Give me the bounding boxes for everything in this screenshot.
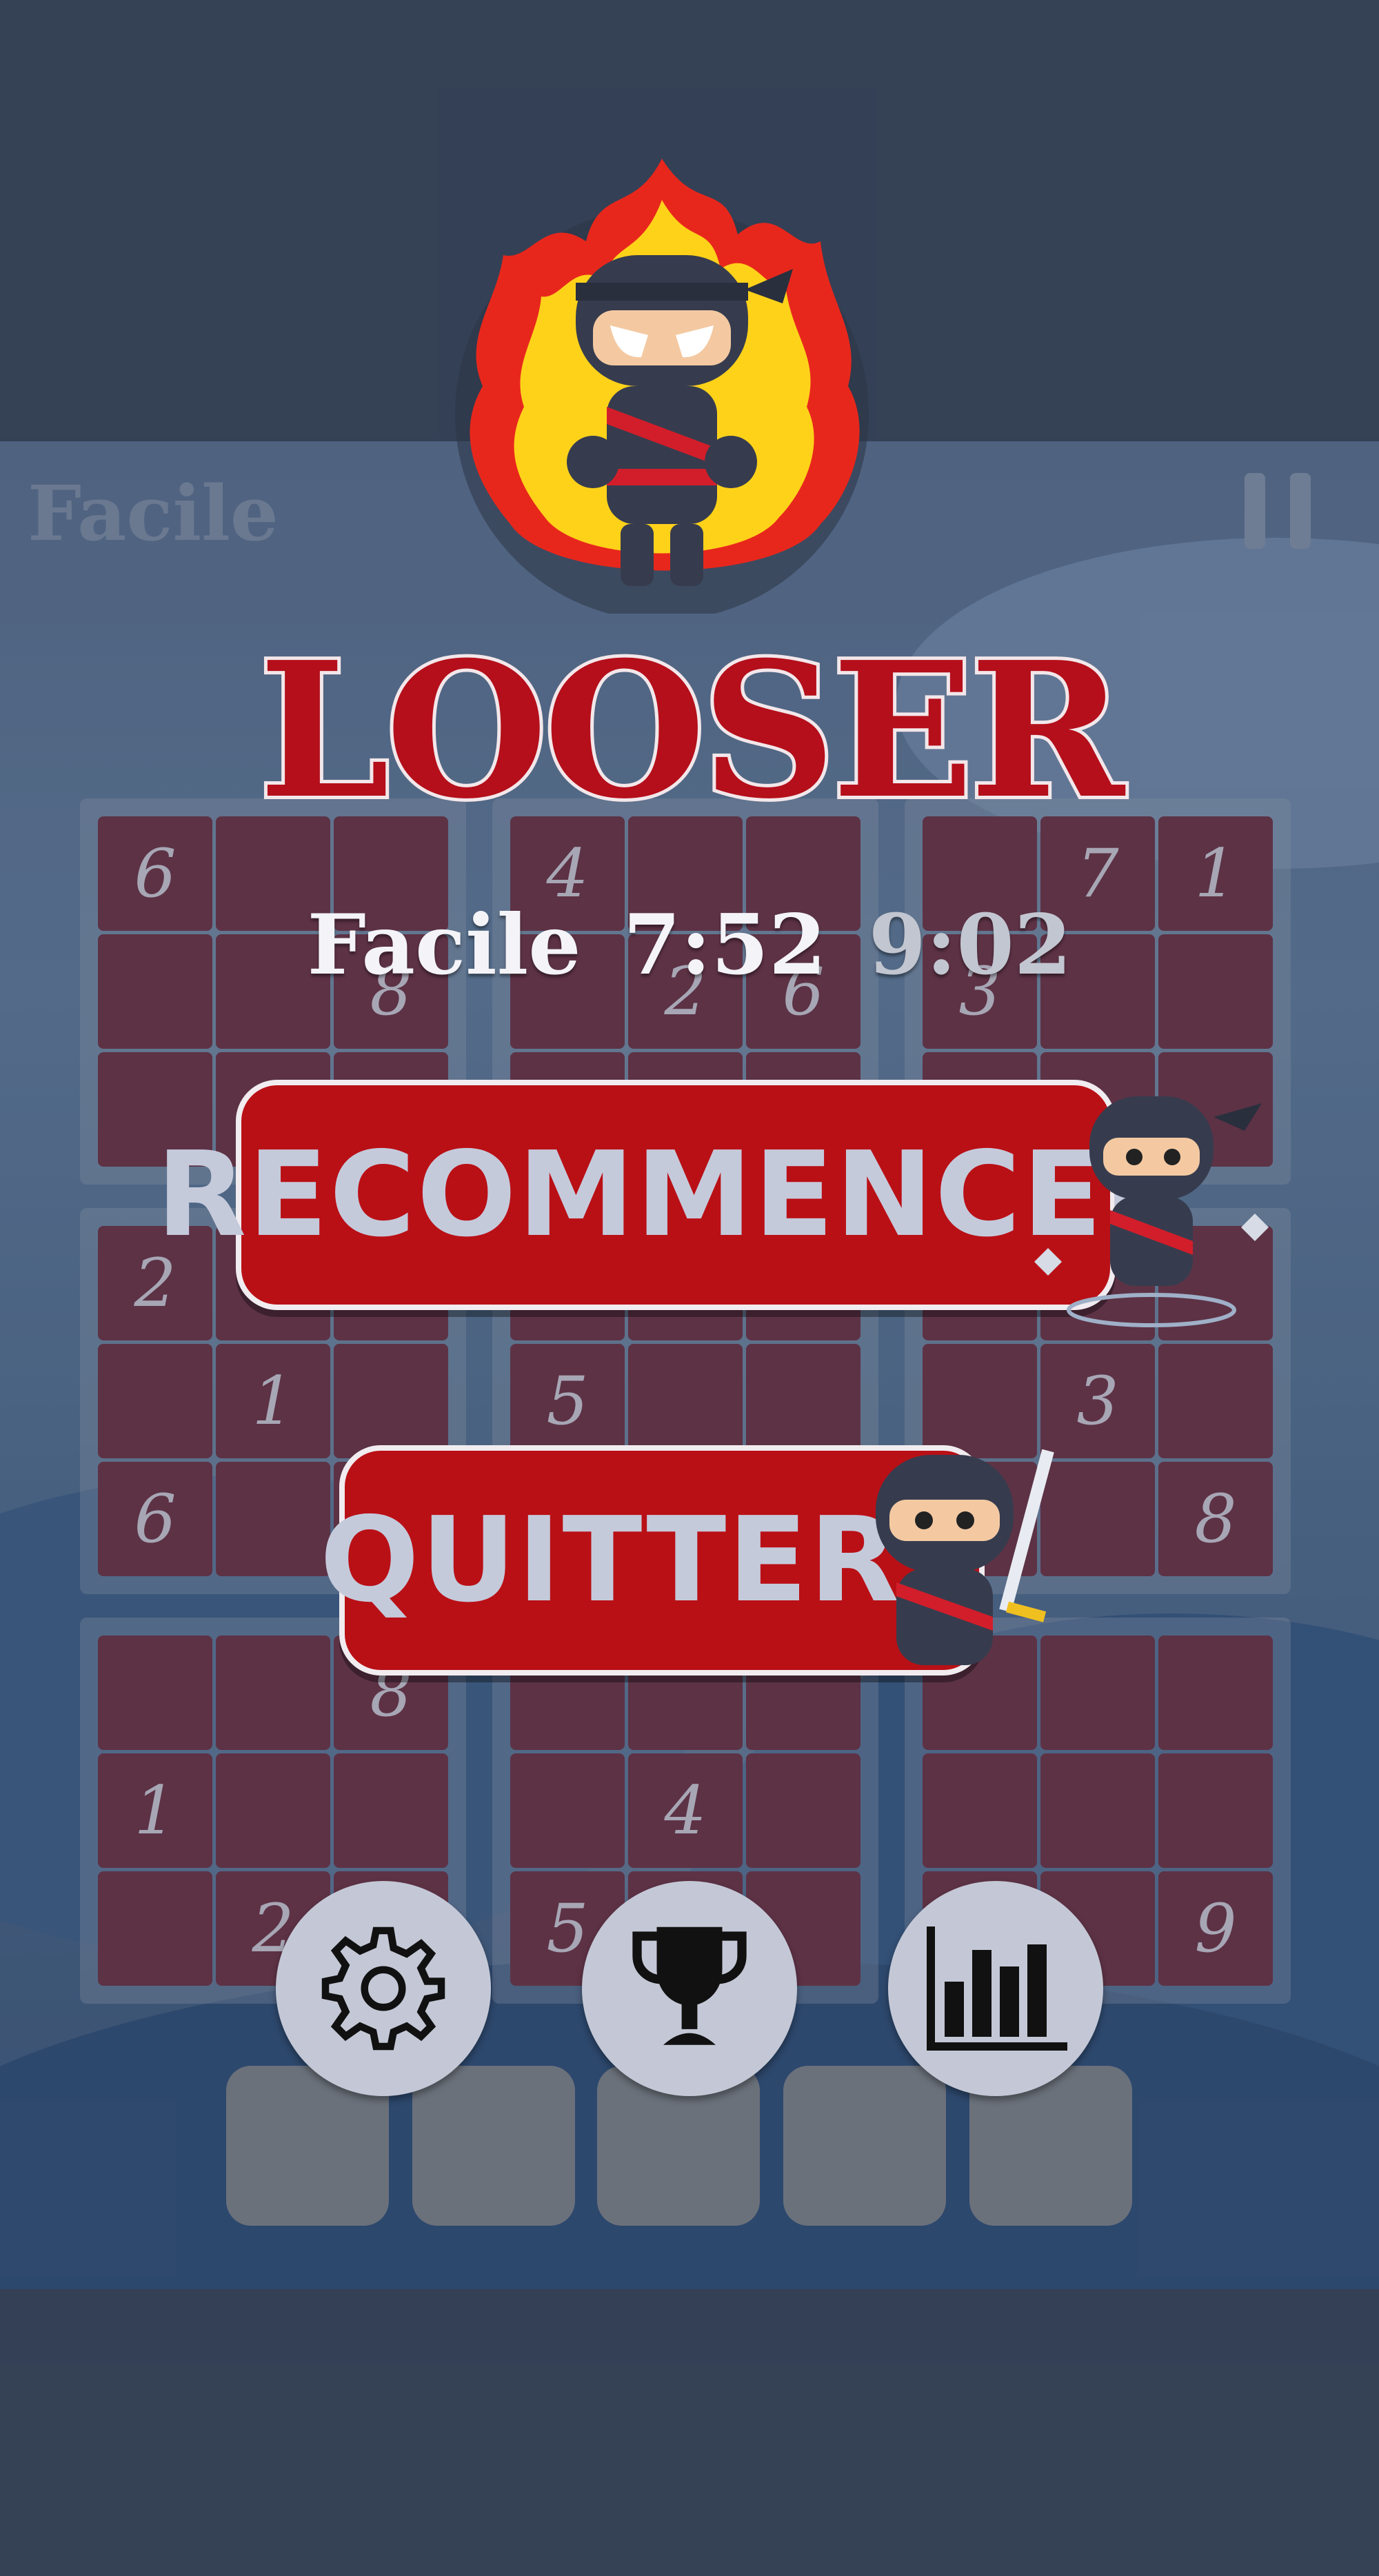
result-stats: Facile 7:52 9:02	[0, 896, 1379, 994]
sword-ninja-icon	[876, 1449, 1054, 1665]
result-title: LOOSER	[255, 617, 1127, 843]
result-best-time: 9:02	[868, 896, 1072, 994]
jumping-ninja-icon	[1034, 1096, 1269, 1327]
stats-button[interactable]	[888, 1881, 1103, 2096]
quit-button-label: QUITTER	[319, 1492, 901, 1629]
gear-icon	[321, 1926, 445, 2051]
trophy-button[interactable]	[582, 1881, 797, 2096]
bar-chart-icon	[927, 1926, 1067, 2051]
restart-button[interactable]: RECOMMENCER	[157, 1080, 1194, 1310]
result-difficulty: Facile	[307, 896, 581, 994]
settings-button[interactable]	[276, 1881, 491, 2096]
result-time: 7:52	[623, 896, 827, 994]
angry-ninja-fire-icon	[455, 159, 869, 614]
trophy-icon	[632, 1926, 747, 2045]
